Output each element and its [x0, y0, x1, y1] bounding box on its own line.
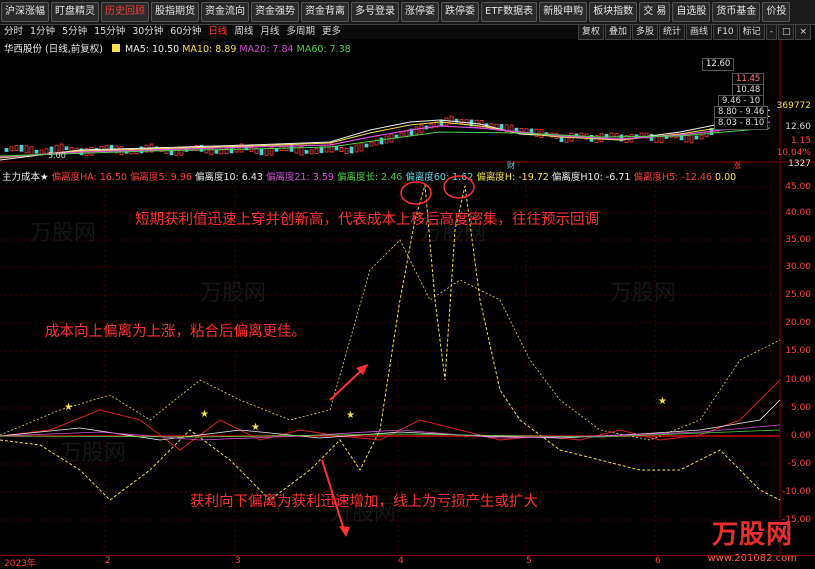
x-label: 6: [655, 556, 661, 566]
y-axis-label: 45.00: [785, 182, 811, 192]
candle: [514, 127, 519, 132]
svg-text:万股网: 万股网: [200, 281, 266, 306]
svg-text:万股网: 万股网: [60, 441, 126, 466]
x-label: 2: [105, 556, 111, 566]
y-axis-label: 0.00: [790, 431, 811, 441]
candle: [699, 134, 704, 140]
svg-text:万股网: 万股网: [610, 281, 676, 306]
candle: [14, 145, 19, 151]
candle: [459, 119, 464, 124]
limit-up-mark: 涨: [733, 161, 741, 170]
candle: [444, 117, 449, 126]
x-label: 4: [398, 556, 404, 566]
candle: [439, 119, 444, 127]
candle: [349, 146, 354, 154]
candle: [34, 149, 39, 154]
svg-text:★: ★: [64, 402, 73, 413]
y-axis-label: -5.00: [787, 459, 811, 469]
x-label: 2023年: [4, 559, 36, 569]
svg-text:★: ★: [200, 409, 209, 420]
watermark-logo: 万股网: [711, 520, 793, 550]
volume-label: 369772: [776, 101, 811, 111]
candle: [24, 145, 29, 154]
low-price-label: 5.00: [48, 151, 66, 160]
candle: [309, 149, 314, 155]
candle: [689, 134, 694, 144]
y-axis-label: 5.00: [790, 403, 811, 413]
y-axis-label: 15.00: [785, 346, 811, 356]
candle: [19, 144, 24, 152]
candle: [369, 141, 374, 147]
candle: [614, 133, 619, 139]
price-axis-label: 12.60: [785, 122, 811, 132]
candle: [214, 149, 219, 154]
candles: [4, 105, 754, 156]
candle: [219, 149, 224, 155]
svg-text:万股网: 万股网: [30, 221, 96, 246]
candle: [344, 148, 349, 154]
candle: [379, 137, 384, 145]
candle: [339, 147, 344, 152]
candle: [399, 132, 404, 138]
candle: [314, 148, 319, 154]
chart-canvas[interactable]: 万股网万股网万股网 万股网万股网万股网 ★★★ ★★: [0, 0, 815, 567]
candle: [684, 134, 689, 143]
y-axis-label: -10.00: [781, 487, 811, 497]
candle: [304, 149, 309, 154]
candle: [354, 144, 359, 153]
price-tag: 12.60: [702, 58, 735, 71]
y-axis-label: 20.00: [785, 318, 811, 328]
highlight-circle-2: [443, 175, 475, 199]
x-axis: 2023年 2 3 4 5 6: [0, 555, 815, 569]
candle: [9, 146, 14, 152]
candle: [64, 146, 69, 151]
candle: [694, 135, 699, 140]
star-markers: ★ ★ ★ ★ ★: [64, 396, 667, 433]
x-label: 5: [526, 556, 532, 566]
y-axis-label: 30.00: [785, 262, 811, 272]
highlight-circle-1: [400, 181, 432, 205]
y-axis-label: 35.00: [785, 235, 811, 245]
deviation-5-line: [0, 379, 781, 451]
price-tag: 8.03 - 8.10: [714, 117, 769, 130]
y-axis-label: 25.00: [785, 290, 811, 300]
arrow-up-icon: [329, 366, 366, 401]
candle: [264, 148, 269, 156]
candle: [4, 148, 9, 152]
annotation-3: 获利向下偏离为获利迅速增加，线上为亏损产生或扩大: [190, 494, 538, 510]
y-axis-label: 10.00: [785, 375, 811, 385]
annotation-1: 短期获利值迅速上穿并创新高，代表成本上移后高度密集，往往预示回调: [135, 212, 599, 228]
candle: [334, 146, 339, 151]
finance-mark: 财: [507, 161, 515, 170]
price-axis-label: 1.15: [790, 136, 811, 146]
candle: [259, 148, 264, 156]
svg-text:★: ★: [658, 396, 667, 407]
x-label: 3: [235, 556, 241, 566]
y-axis-label: 40.00: [785, 208, 811, 218]
candle: [414, 126, 419, 135]
candle: [249, 147, 254, 152]
candle: [359, 142, 364, 152]
annotation-2: 成本向上偏离为上涨，粘合后偏离更佳。: [45, 324, 306, 340]
svg-text:★: ★: [346, 410, 355, 421]
candle: [29, 146, 34, 156]
candle: [364, 143, 369, 148]
candle: [294, 145, 299, 154]
candle: [404, 130, 409, 137]
count-label: 1327: [788, 159, 811, 169]
pct-axis-label: 10.04%: [776, 148, 811, 158]
svg-text:★: ★: [251, 422, 260, 433]
candle: [324, 144, 329, 153]
candle: [39, 149, 44, 155]
